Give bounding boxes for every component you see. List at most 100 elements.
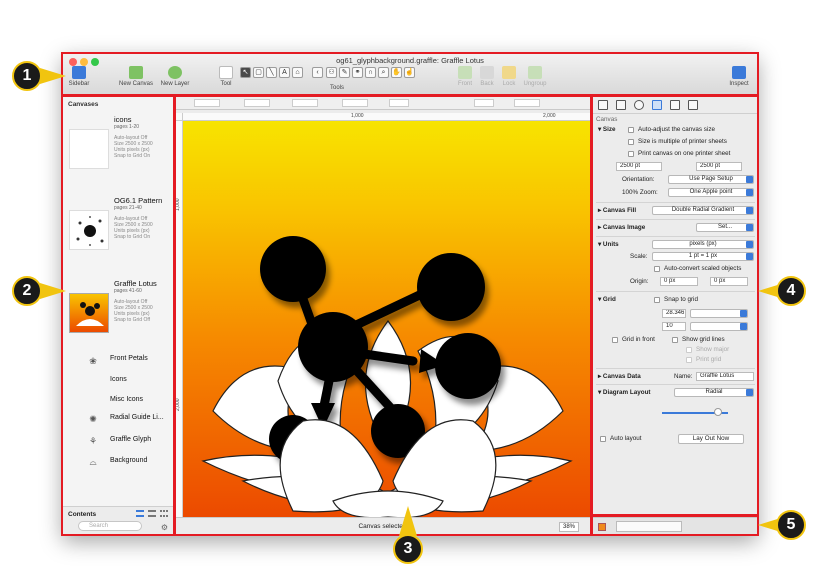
gear-icon[interactable]: ⚙ <box>161 523 168 532</box>
grid-in-front-label: Grid in front <box>622 336 655 343</box>
callout-pointer <box>40 283 66 299</box>
line-style-field[interactable] <box>514 99 540 107</box>
sidebar-toolbar-button[interactable]: Sidebar <box>67 66 91 87</box>
text-tool[interactable]: A <box>279 67 290 78</box>
tab-settings[interactable] <box>634 100 644 110</box>
layer-misc-icons[interactable]: Misc Icons <box>110 396 143 403</box>
units-select[interactable]: pixels (px) <box>652 240 754 249</box>
canvas-swatch-icon[interactable] <box>598 523 606 531</box>
back-button[interactable]: Back <box>478 66 496 87</box>
outline-view-icon[interactable] <box>148 510 156 517</box>
layer-graffle-glyph[interactable]: Graffle Glyph <box>110 436 151 443</box>
auto-convert-checkbox[interactable] <box>654 266 660 272</box>
style-tray[interactable] <box>616 521 682 532</box>
style-brush-tool[interactable]: ✎ <box>339 67 350 78</box>
canvas-width-field[interactable]: 2500 pt <box>616 162 662 171</box>
front-petals-layer-icon: ❀ <box>89 356 97 366</box>
zoom-select[interactable]: One Apple point <box>668 188 754 197</box>
multiple-sheets-checkbox[interactable] <box>628 139 634 145</box>
tab-canvas[interactable] <box>652 100 662 110</box>
divider <box>596 384 755 385</box>
zoom-field[interactable]: 38% <box>559 522 579 532</box>
lay-out-now-button[interactable]: Lay Out Now <box>678 434 744 444</box>
layer-front-petals[interactable]: Front Petals <box>110 355 148 362</box>
canvas-image-select[interactable]: Set... <box>696 223 754 232</box>
layer-icons[interactable]: Icons <box>110 376 127 383</box>
hand-tool[interactable]: ✋ <box>391 67 402 78</box>
diagram-tool[interactable]: ⌂ <box>292 67 303 78</box>
diagram-tool-2[interactable]: ⚇ <box>326 67 337 78</box>
scale-select[interactable]: 1 pt = 1 px <box>652 252 754 261</box>
connection-tool[interactable]: ⚭ <box>352 67 363 78</box>
canvas-pages: pages 21-40 <box>114 205 142 211</box>
width-field[interactable] <box>292 99 318 107</box>
layer-background[interactable]: Background <box>110 457 147 464</box>
magnet-tool[interactable]: ∩ <box>365 67 376 78</box>
rotation-field[interactable] <box>389 99 409 107</box>
size-section-header[interactable]: ▾ Size <box>598 126 616 133</box>
origin-y-field[interactable]: 0 px <box>710 277 748 286</box>
tool-button[interactable]: Tool <box>216 66 236 87</box>
zoom-tool[interactable]: ⌕ <box>378 67 389 78</box>
snap-to-grid-checkbox[interactable] <box>654 297 660 303</box>
callout-4: 4 <box>776 276 806 306</box>
lock-button[interactable]: Lock <box>501 66 517 87</box>
canvas-item-og61-pattern[interactable]: OG6.1 Pattern pages 21-40 Auto-layout Of… <box>67 196 171 258</box>
origin-x-field[interactable]: 0 px <box>660 277 698 286</box>
ungroup-button[interactable]: Ungroup <box>521 66 549 87</box>
browse-tool[interactable]: ☝ <box>404 67 415 78</box>
print-one-page-checkbox[interactable] <box>628 151 634 157</box>
layer-radial-guide[interactable]: Radial Guide Li... <box>110 414 164 421</box>
inspector-tabs <box>592 96 758 114</box>
canvas-item-icons[interactable]: icons pages 1-20 Auto-layout Off Size 25… <box>67 115 171 177</box>
height-field[interactable] <box>342 99 368 107</box>
ungroup-icon <box>528 66 542 79</box>
front-button[interactable]: Front <box>456 66 474 87</box>
canvas-data-header[interactable]: ▸ Canvas Data <box>598 373 641 380</box>
new-layer-button[interactable]: New Layer <box>158 66 192 87</box>
show-major-checkbox[interactable] <box>686 347 692 353</box>
units-label: Units <box>602 241 619 248</box>
search-input[interactable]: Search <box>78 521 142 531</box>
tab-text[interactable] <box>616 100 626 110</box>
show-grid-lines-checkbox[interactable] <box>672 337 678 343</box>
tools-chevron-left[interactable]: ‹ <box>312 67 323 78</box>
grid-view-icon[interactable] <box>160 510 168 517</box>
diagram-layout-header[interactable]: ▾ Diagram Layout <box>598 389 651 396</box>
tab-properties[interactable] <box>598 100 608 110</box>
canvas-name-field[interactable]: Graffle Lotus <box>696 372 754 381</box>
inspector-section-title: Canvas <box>596 116 618 123</box>
minor-grid-line-style[interactable] <box>690 322 748 331</box>
units-header[interactable]: ▾ Units <box>598 241 619 248</box>
canvas-item-graffle-lotus[interactable]: Graffle Lotus pages 41-60 Auto-layout Of… <box>67 279 171 341</box>
new-canvas-button[interactable]: New Canvas <box>116 66 156 87</box>
shape-tool[interactable]: ▢ <box>253 67 264 78</box>
x-position-field[interactable] <box>194 99 220 107</box>
list-view-icon[interactable] <box>136 510 144 517</box>
stroke-style-field[interactable] <box>474 99 494 107</box>
tab-document[interactable] <box>670 100 680 110</box>
print-grid-checkbox[interactable] <box>686 357 692 363</box>
lock-icon <box>502 66 516 79</box>
layout-type-select[interactable]: Radial <box>674 388 754 397</box>
line-tool[interactable]: ╲ <box>266 67 277 78</box>
canvas-pages: pages 41-60 <box>114 288 142 294</box>
grid-header[interactable]: ▾ Grid <box>598 296 616 303</box>
inspect-button[interactable]: Inspect <box>727 66 751 87</box>
canvas-image-header[interactable]: ▸ Canvas Image <box>598 224 645 231</box>
canvas-fill-header[interactable]: ▸ Canvas Fill <box>598 207 636 214</box>
auto-adjust-checkbox[interactable] <box>628 127 634 133</box>
layout-slider-knob[interactable] <box>714 408 722 416</box>
major-grid-line-style[interactable] <box>690 309 748 318</box>
selection-tool[interactable]: ↖ <box>240 67 251 78</box>
canvas-height-field[interactable]: 2500 pt <box>696 162 742 171</box>
canvas-drawing-area[interactable] <box>183 121 591 517</box>
canvas-fill-select[interactable]: Double Radial Gradient <box>652 206 754 215</box>
minor-grid-field[interactable]: 10 <box>662 322 686 331</box>
auto-layout-checkbox[interactable] <box>600 436 606 442</box>
tab-grid[interactable] <box>688 100 698 110</box>
major-grid-field[interactable]: 28.346 <box>662 309 686 318</box>
grid-in-front-checkbox[interactable] <box>612 337 618 343</box>
orientation-select[interactable]: Use Page Setup <box>668 175 754 184</box>
y-position-field[interactable] <box>244 99 270 107</box>
